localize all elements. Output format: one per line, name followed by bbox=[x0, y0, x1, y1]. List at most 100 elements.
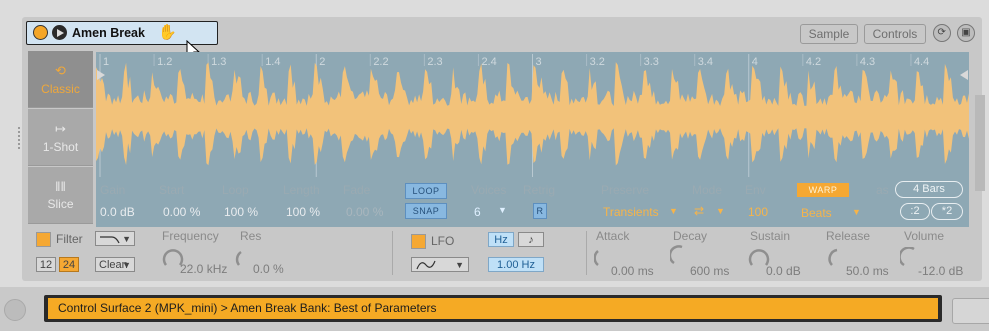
lfo-waveform-dropdown[interactable]: ▼ bbox=[411, 257, 469, 272]
decay-knob[interactable] bbox=[670, 245, 692, 267]
start-marker-icon bbox=[97, 70, 105, 80]
loop-value[interactable]: 100 % bbox=[224, 205, 258, 219]
slope-12-button[interactable]: 12 bbox=[36, 257, 56, 272]
retrig-toggle-button[interactable]: R bbox=[533, 203, 547, 219]
loop-label: Loop bbox=[222, 183, 249, 197]
as-label: as bbox=[876, 183, 889, 197]
decay-label: Decay bbox=[673, 229, 708, 243]
ruler-tick-label: 1.4 bbox=[265, 56, 281, 68]
voices-label: Voices bbox=[471, 183, 507, 197]
loop-mode-dropdown[interactable]: ⇄ bbox=[694, 204, 704, 218]
tab-sample[interactable]: Sample bbox=[799, 24, 859, 44]
mode-classic-button[interactable]: ⟲ Classic bbox=[28, 51, 93, 108]
waveform-graphic bbox=[96, 54, 969, 177]
start-label: Start bbox=[159, 183, 185, 197]
lowpass-shape-icon bbox=[100, 236, 120, 244]
ruler-tick-label: 4.3 bbox=[859, 56, 876, 68]
fade-value[interactable]: 0.00 % bbox=[346, 205, 383, 219]
lfo-hz-button[interactable]: Hz bbox=[488, 232, 514, 247]
hand-icon: ✋ bbox=[158, 24, 177, 41]
volume-label: Volume bbox=[904, 229, 945, 243]
ruler-tick-label: 3.3 bbox=[643, 56, 659, 68]
res-value[interactable]: 0.0 % bbox=[253, 262, 284, 276]
start-value[interactable]: 0.00 % bbox=[163, 205, 200, 219]
preserve-dropdown[interactable]: Transients bbox=[603, 205, 659, 219]
mode-1shot-button[interactable]: ↦ 1-Shot bbox=[28, 109, 93, 166]
mode-slice-button[interactable]: ‖‖ Slice bbox=[28, 167, 93, 224]
frequency-label: Frequency bbox=[162, 229, 219, 243]
preserve-chevron-down-icon[interactable]: ▼ bbox=[669, 206, 678, 216]
ruler-tick-label: 1.3 bbox=[211, 56, 227, 68]
gain-value[interactable]: 0.0 dB bbox=[100, 205, 135, 219]
double-length-button[interactable]: *2 bbox=[931, 203, 963, 220]
lfo-sync-note-button[interactable]: ♪ bbox=[518, 232, 544, 247]
sustain-value[interactable]: 0.0 dB bbox=[766, 264, 801, 278]
ruler-tick-label: 3.2 bbox=[589, 56, 605, 68]
gain-label: Gain bbox=[100, 183, 126, 197]
ruler-tick-label: 4 bbox=[751, 56, 758, 68]
save-icon[interactable]: ▣ bbox=[957, 24, 975, 42]
release-label: Release bbox=[826, 229, 871, 243]
release-value[interactable]: 50.0 ms bbox=[846, 264, 889, 278]
warp-mode-dropdown[interactable]: Beats bbox=[801, 206, 832, 220]
loop-icon: ⟲ bbox=[55, 63, 66, 78]
fade-label: Fade bbox=[343, 183, 371, 197]
ruler-tick-label: 3 bbox=[535, 56, 542, 68]
lfo-label: LFO bbox=[431, 234, 455, 248]
ruler-tick-label: 2.3 bbox=[427, 56, 443, 68]
env-value[interactable]: 100 bbox=[748, 205, 768, 219]
ruler-tick-label: 2.4 bbox=[481, 56, 497, 68]
arrow-right-icon: ↦ bbox=[55, 121, 66, 136]
length-label: Length bbox=[283, 183, 320, 197]
retrig-label: Retrig bbox=[523, 183, 556, 197]
device-power-toggle[interactable] bbox=[33, 25, 48, 40]
ruler-tick-label: 3.4 bbox=[697, 56, 713, 68]
filter-circuit-dropdown[interactable]: Clean ▼ bbox=[95, 257, 135, 272]
sustain-label: Sustain bbox=[750, 229, 791, 243]
tab-controls[interactable]: Controls bbox=[863, 24, 927, 44]
mode-label: Mode bbox=[692, 183, 723, 197]
divider bbox=[586, 231, 587, 275]
drag-grip-icon[interactable] bbox=[16, 125, 22, 157]
lfo-toggle-checkbox[interactable] bbox=[411, 234, 426, 249]
view-tabs: Sample Controls ⟳ ▣ bbox=[798, 24, 975, 44]
mode-chevron-down-icon[interactable]: ▼ bbox=[716, 206, 725, 216]
warp-toggle-button[interactable]: WARP bbox=[797, 183, 849, 197]
voices-chevron-down-icon[interactable]: ▼ bbox=[498, 205, 507, 215]
warp-mode-chevron-down-icon[interactable]: ▼ bbox=[852, 207, 861, 217]
frequency-value[interactable]: 22.0 kHz bbox=[180, 262, 227, 276]
divider bbox=[392, 231, 393, 275]
ruler-tick-label: 4.2 bbox=[805, 56, 822, 68]
scroll-edge bbox=[975, 95, 985, 191]
slope-24-button[interactable]: 24 bbox=[59, 257, 79, 272]
ruler-tick-label: 1.2 bbox=[157, 56, 173, 68]
half-length-button[interactable]: :2 bbox=[900, 203, 930, 220]
end-marker-icon bbox=[960, 70, 968, 80]
voices-value[interactable]: 6 bbox=[474, 205, 481, 219]
waveform-display[interactable]: 1 1.2 1.3 1.4 2 2.2 2.3 2.4 3 3.2 3.3 3.4 4 4.2 4.3 4.4… bbox=[96, 52, 969, 227]
filter-type-dropdown[interactable]: ▼ bbox=[95, 231, 135, 246]
length-value[interactable]: 100 % bbox=[286, 205, 320, 219]
bottom-play-button[interactable] bbox=[4, 299, 26, 321]
filter-toggle-checkbox[interactable] bbox=[36, 232, 51, 247]
attack-label: Attack bbox=[596, 229, 630, 243]
snap-toggle-button[interactable]: SNAP bbox=[405, 203, 447, 219]
bars-length-field[interactable]: 4 Bars bbox=[895, 181, 963, 198]
loop-toggle-button[interactable]: LOOP bbox=[405, 183, 447, 199]
sine-wave-icon bbox=[416, 260, 436, 270]
control-surface-status: Control Surface 2 (MPK_mini) > Amen Brea… bbox=[48, 298, 938, 319]
attack-value[interactable]: 0.00 ms bbox=[611, 264, 654, 278]
preserve-label: Preserve bbox=[601, 183, 650, 197]
ruler-tick-label: 1 bbox=[103, 56, 110, 68]
chevron-down-icon: ▼ bbox=[122, 260, 131, 270]
env-label: Env bbox=[745, 183, 766, 197]
lfo-rate-field[interactable]: 1.00 Hz bbox=[488, 257, 544, 272]
ruler-tick-label: 4.4 bbox=[913, 56, 930, 68]
refresh-icon[interactable]: ⟳ bbox=[932, 24, 951, 42]
volume-value[interactable]: -12.0 dB bbox=[918, 264, 963, 278]
preview-play-button[interactable] bbox=[52, 25, 67, 40]
filter-label: Filter bbox=[56, 232, 83, 246]
decay-value[interactable]: 600 ms bbox=[690, 264, 729, 278]
device-name: Amen Break bbox=[72, 26, 145, 40]
bottom-right-panel-button[interactable] bbox=[952, 298, 989, 324]
